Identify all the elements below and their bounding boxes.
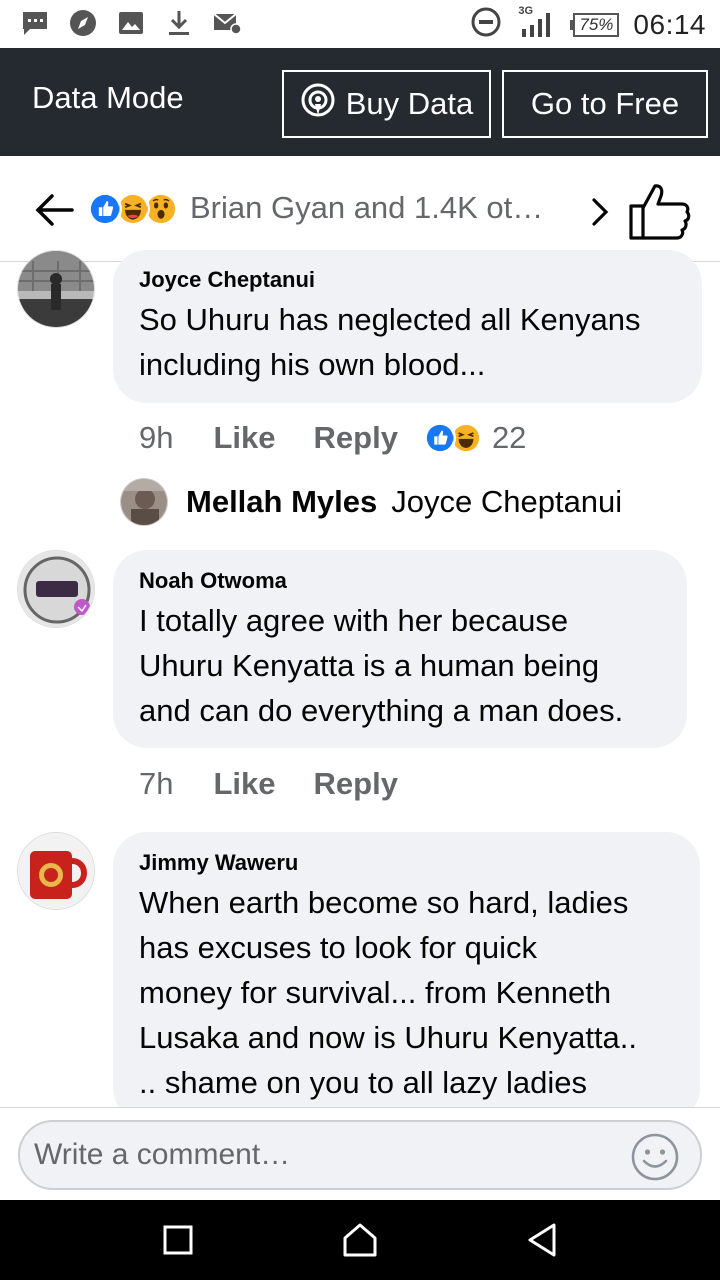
data-mode-bar: Data Mode Buy Data Go to Free [0,48,720,156]
back-arrow-icon[interactable] [32,188,76,232]
buy-data-label: Buy Data [345,86,474,121]
comment-line: Uhuru Kenyatta is a human being [139,648,600,683]
comment-line: I totally agree with her because [139,603,569,638]
comment-time: 9h [139,420,174,455]
comment-line: money for survival... from Kenneth [139,975,612,1010]
comment-line: has excuses to look for quick [139,930,538,965]
chevron-right-icon[interactable] [585,192,615,232]
reply-preview-row[interactable]: Mellah Myles Joyce Cheptanui [120,478,661,526]
buy-data-button[interactable]: Buy Data [282,70,491,138]
comment-line: So Uhuru has neglected all Kenyans [139,302,641,337]
like-reaction-icon [88,192,122,226]
comment-reactions[interactable]: 22 [423,420,527,456]
avatar-jimmy[interactable] [17,832,95,910]
message-icon [20,8,50,38]
mail-icon [212,8,242,38]
reply-author[interactable]: Mellah Myles [186,484,377,520]
avatar-noah[interactable] [17,550,95,628]
compass-icon [68,8,98,38]
system-nav-bar [0,1200,720,1280]
go-to-free-label: Go to Free [530,86,680,121]
clock: 06:14 [633,8,706,40]
comment-composer [0,1107,720,1200]
reaction-count: 22 [491,420,527,455]
comment-line: .. shame on you to all lazy ladies [139,1065,588,1100]
reactions-header: Brian Gyan and 1.4K others [0,156,720,262]
recents-icon[interactable] [156,1218,200,1262]
reaction-icons[interactable] [88,192,180,228]
dnd-icon [470,6,502,43]
reply-text: Joyce Cheptanui [391,484,623,519]
data-mode-title: Data Mode [32,80,184,115]
comment-author[interactable]: Noah Otwoma [139,568,661,594]
comment-line: and can do everything a man does. [139,693,624,728]
go-to-free-button[interactable]: Go to Free [502,70,708,138]
status-system-icons: 3G 75% 06:14 [470,5,706,43]
signal-icon: 3G [516,5,556,43]
like-link[interactable]: Like [213,766,275,802]
smiley-icon[interactable] [630,1132,680,1182]
comment-actions: 7h Like Reply [139,762,398,806]
like-reaction-icon [423,422,456,454]
avatar-joyce[interactable] [17,250,95,328]
comment-actions: 9h Like Reply 22 [139,416,526,460]
home-icon[interactable] [338,1218,382,1262]
back-icon[interactable] [520,1218,564,1262]
like-thumb-icon[interactable] [626,180,692,242]
reply-link[interactable]: Reply [314,420,398,456]
status-bar: 3G 75% 06:14 [0,0,720,48]
avatar-mellah[interactable] [120,478,168,526]
status-notification-icons [20,8,242,38]
comment-author[interactable]: Joyce Cheptanui [139,267,676,293]
download-icon [164,8,194,38]
battery-level: 75% [573,12,620,37]
comment-time: 7h [139,766,174,801]
comment-bubble[interactable]: Noah Otwoma I totally agree with her bec… [113,550,687,748]
comment-author[interactable]: Jimmy Waweru [139,850,674,876]
comment-line: Lusaka and now is Uhuru Kenyatta.. [139,1020,638,1055]
comment-line: When earth become so hard, ladies [139,885,629,920]
reactions-summary[interactable]: Brian Gyan and 1.4K others [190,190,560,226]
comment-input[interactable] [18,1120,702,1190]
like-link[interactable]: Like [213,420,275,456]
battery-icon: 75% [570,12,620,37]
podcast-icon [300,82,336,126]
comment-bubble[interactable]: Joyce Cheptanui So Uhuru has neglected a… [113,250,702,403]
comment-bubble[interactable]: Jimmy Waweru When earth become so hard, … [113,832,700,1122]
gallery-icon [116,8,146,38]
comment-line: including his own blood... [139,347,486,382]
reply-link[interactable]: Reply [314,766,398,802]
